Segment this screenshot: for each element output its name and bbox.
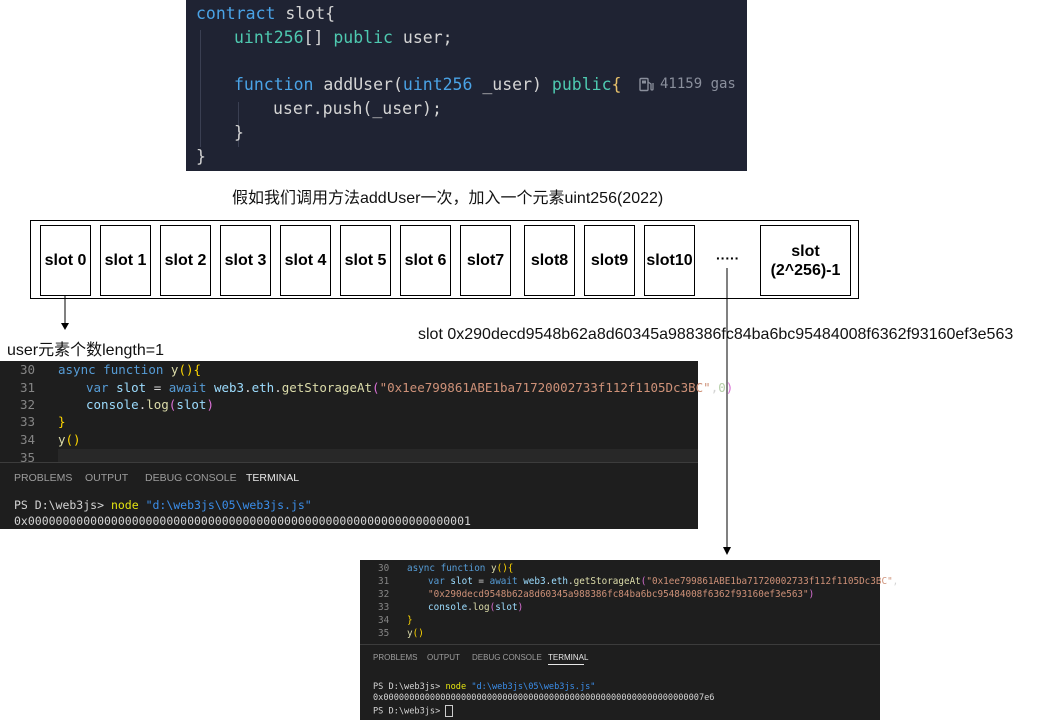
tab-output[interactable]: OUTPUT — [427, 653, 460, 662]
code-line: "0x290decd9548b62a8d60345a988386fc84ba6b… — [428, 589, 815, 600]
panel-separator — [360, 644, 880, 645]
line-number: 32 — [20, 397, 36, 412]
vscode-panel-2: 30 31 32 33 34 35 async function y(){ va… — [360, 560, 898, 720]
terminal-output: 0x00000000000000000000000000000000000000… — [373, 693, 715, 703]
vscode-panel-1: 30 31 32 33 34 35 async function y(){ va… — [0, 361, 733, 529]
tab-output[interactable]: OUTPUT — [85, 472, 128, 484]
tab-terminal[interactable]: TERMINAL — [548, 653, 588, 662]
code-line: var slot = await web3.eth.getStorageAt("… — [86, 380, 734, 395]
code-line: console.log(slot) — [86, 397, 214, 412]
terminal-command: PS D:\web3js> node "d:\web3js\05\web3js.… — [14, 498, 312, 512]
line-number: 30 — [20, 362, 36, 377]
line-number: 31 — [20, 380, 36, 395]
arrow-head — [61, 323, 69, 330]
hash-slot-note: slot 0x290decd9548b62a8d60345a988386fc84… — [418, 326, 1014, 343]
panel-separator — [0, 462, 698, 463]
length-note: user元素个数length=1 — [7, 342, 164, 359]
code-line: console.log(slot) — [428, 602, 524, 613]
code-line: y() — [407, 628, 424, 639]
tab-debug-console[interactable]: DEBUG CONSOLE — [472, 653, 542, 662]
tab-terminal[interactable]: TERMINAL — [246, 472, 299, 484]
line-number: 31 — [378, 576, 390, 587]
code-line: } — [58, 414, 66, 429]
active-tab-indicator — [548, 664, 584, 665]
terminal-output: 0x00000000000000000000000000000000000000… — [14, 514, 471, 528]
line-number: 35 — [378, 628, 390, 639]
line-number: 34 — [378, 615, 390, 626]
terminal-prompt[interactable]: PS D:\web3js> — [373, 705, 454, 717]
line-number: 32 — [378, 589, 390, 600]
current-line-highlight — [58, 449, 698, 463]
line-number: 33 — [20, 414, 36, 429]
terminal-cursor — [445, 705, 454, 717]
code-line: async function y(){ — [58, 362, 202, 377]
line-number: 30 — [378, 563, 390, 574]
code-line: var slot = await web3.eth.getStorageAt("… — [428, 576, 899, 587]
code-line: } — [407, 615, 413, 626]
line-number: 34 — [20, 432, 36, 447]
line-number: 33 — [378, 602, 390, 613]
terminal-command: PS D:\web3js> node "d:\web3js\05\web3js.… — [373, 682, 596, 692]
code-line: async function y(){ — [407, 563, 514, 574]
arrow-head — [723, 547, 731, 555]
tab-debug-console[interactable]: DEBUG CONSOLE — [145, 472, 237, 484]
tab-problems[interactable]: PROBLEMS — [14, 472, 72, 484]
code-line: y() — [58, 432, 81, 447]
tab-problems[interactable]: PROBLEMS — [373, 653, 417, 662]
